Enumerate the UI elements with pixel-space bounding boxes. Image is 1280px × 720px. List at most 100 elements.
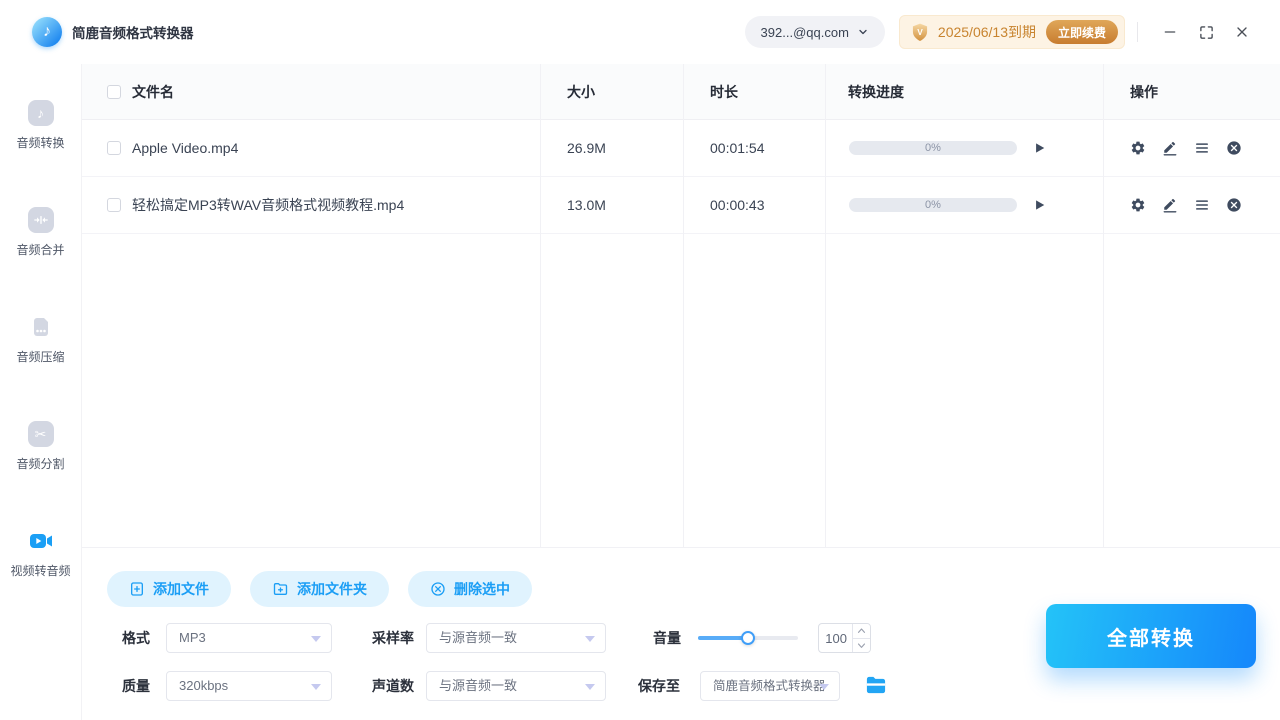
edit-pencil-icon (1162, 140, 1178, 156)
channels-label: 声道数 (372, 671, 414, 701)
sidebar-item-video-to-audio[interactable]: 视频转音频 (0, 528, 81, 579)
sidebar-item-audio-split[interactable]: ✂ 音频分割 (0, 421, 81, 472)
edit-pencil-icon (1162, 197, 1178, 213)
remove-button[interactable] (1226, 140, 1242, 156)
header-progress: 转换进度 (825, 82, 1103, 102)
list-menu-icon (1194, 197, 1210, 213)
chevron-up-icon (857, 627, 866, 634)
chevron-down-icon (857, 26, 869, 38)
volume-decrease-button[interactable] (853, 639, 870, 653)
compress-file-icon (28, 314, 54, 340)
table-row: 轻松搞定MP3转WAV音频格式视频教程.mp4 13.0M 00:00:43 0… (82, 177, 1280, 234)
play-icon (1032, 141, 1046, 155)
row-checkbox[interactable] (107, 198, 121, 212)
video-camera-icon (28, 528, 54, 554)
renew-now-button[interactable]: 立即续费 (1046, 20, 1118, 44)
channels-select[interactable]: 与源音频一致 (426, 671, 606, 701)
add-file-icon (129, 581, 145, 597)
header-actions: 操作 (1103, 82, 1280, 102)
sample-rate-select[interactable]: 与源音频一致 (426, 623, 606, 653)
play-icon (1032, 198, 1046, 212)
save-to-select[interactable]: 简鹿音频格式转换器 (700, 671, 840, 701)
edit-button[interactable] (1162, 197, 1178, 213)
format-value: MP3 (179, 630, 206, 645)
format-select[interactable]: MP3 (166, 623, 332, 653)
column-divider (1103, 64, 1104, 547)
header-duration: 时长 (683, 82, 825, 102)
sidebar-item-audio-convert[interactable]: ♪ 音频转换 (0, 100, 81, 151)
volume-slider[interactable] (698, 636, 798, 640)
app-title: 简鹿音频格式转换器 (72, 22, 194, 42)
account-dropdown[interactable]: 392...@qq.com (745, 16, 885, 48)
remove-button[interactable] (1226, 197, 1242, 213)
convert-all-button[interactable]: 全部转换 (1046, 604, 1256, 668)
volume-slider-handle[interactable] (741, 631, 755, 645)
column-divider (825, 64, 826, 547)
dropdown-arrow-icon (585, 684, 595, 690)
add-file-label: 添加文件 (153, 579, 209, 599)
row-checkbox[interactable] (107, 141, 121, 155)
sidebar: ♪ 音频转换 音频合并 音频压缩 ✂ 音频分割 (0, 64, 82, 720)
close-button[interactable] (1224, 14, 1260, 50)
progress-value: 0% (925, 199, 941, 211)
quality-select[interactable]: 320kbps (166, 671, 332, 701)
quality-label: 质量 (122, 671, 150, 701)
file-table: 文件名 大小 时长 转换进度 操作 Apple Video.mp4 26.9M … (82, 64, 1280, 547)
sample-rate-value: 与源音频一致 (439, 630, 517, 645)
fullscreen-icon (1199, 25, 1214, 40)
dropdown-arrow-icon (311, 684, 321, 690)
add-folder-icon (272, 581, 289, 597)
maximize-button[interactable] (1188, 14, 1224, 50)
add-folder-button[interactable]: 添加文件夹 (250, 571, 389, 607)
close-icon (1234, 24, 1250, 40)
title-bar: ♪ 简鹿音频格式转换器 392...@qq.com V 2025/06/13到期… (0, 0, 1280, 64)
progress-bar: 0% (849, 198, 1017, 212)
dropdown-arrow-icon (311, 636, 321, 642)
dropdown-arrow-icon (585, 636, 595, 642)
sidebar-item-audio-compress[interactable]: 音频压缩 (0, 314, 81, 365)
file-size: 13.0M (540, 197, 683, 213)
progress-bar: 0% (849, 141, 1017, 155)
sidebar-item-label: 音频转换 (16, 134, 64, 151)
select-all-checkbox[interactable] (107, 85, 121, 99)
settings-button[interactable] (1130, 197, 1146, 213)
play-button[interactable] (1032, 141, 1046, 155)
sidebar-item-audio-merge[interactable]: 音频合并 (0, 207, 81, 258)
bottom-panel: 添加文件 添加文件夹 删除选中 格式 MP3 采样率 与源音频一致 音量 质量 … (82, 547, 1280, 720)
info-list-button[interactable] (1194, 140, 1210, 156)
add-file-button[interactable]: 添加文件 (107, 571, 231, 607)
header-filename: 文件名 (132, 82, 174, 102)
merge-icon (28, 207, 54, 233)
gear-icon (1130, 140, 1146, 156)
scissors-icon: ✂ (28, 421, 54, 447)
dropdown-arrow-icon (819, 684, 829, 690)
header-size: 大小 (540, 82, 683, 102)
delete-selected-label: 删除选中 (454, 579, 510, 599)
volume-input[interactable] (819, 624, 852, 652)
edit-button[interactable] (1162, 140, 1178, 156)
gear-icon (1130, 197, 1146, 213)
account-email: 392...@qq.com (761, 25, 849, 40)
quality-value: 320kbps (179, 678, 228, 693)
volume-increase-button[interactable] (853, 624, 870, 639)
chevron-down-icon (857, 642, 866, 649)
open-folder-button[interactable] (864, 674, 888, 698)
settings-button[interactable] (1130, 140, 1146, 156)
file-name: Apple Video.mp4 (132, 140, 238, 156)
delete-selected-button[interactable]: 删除选中 (408, 571, 532, 607)
minimize-button[interactable] (1152, 14, 1188, 50)
close-circle-icon (1226, 197, 1242, 213)
file-size: 26.9M (540, 140, 683, 156)
folder-icon (865, 675, 887, 695)
column-divider (540, 64, 541, 547)
play-button[interactable] (1032, 198, 1046, 212)
column-divider (683, 64, 684, 547)
info-list-button[interactable] (1194, 197, 1210, 213)
volume-input-group (818, 623, 871, 653)
save-to-label: 保存至 (638, 671, 680, 701)
format-label: 格式 (122, 623, 150, 653)
vip-status: V 2025/06/13到期 立即续费 (899, 15, 1125, 49)
table-row: Apple Video.mp4 26.9M 00:01:54 0% (82, 120, 1280, 177)
volume-label: 音量 (653, 623, 681, 653)
file-name: 轻松搞定MP3转WAV音频格式视频教程.mp4 (132, 195, 404, 215)
